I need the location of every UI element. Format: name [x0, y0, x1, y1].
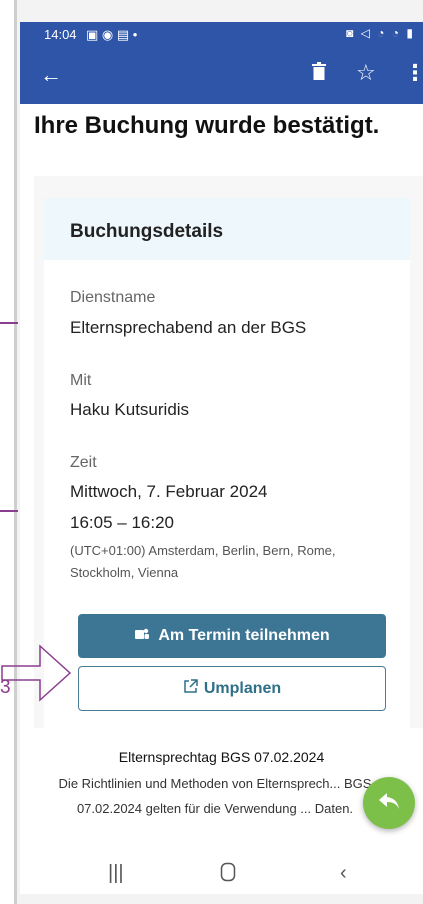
- join-meeting-label: Am Termin teilnehmen: [158, 627, 330, 644]
- page-title: Ihre Buchung wurde bestätigt.: [34, 112, 380, 139]
- with-label: Mit: [70, 372, 92, 389]
- join-meeting-button[interactable]: Am Termin teilnehmen: [78, 614, 386, 658]
- date-value: Mittwoch, 7. Februar 2024: [70, 482, 268, 501]
- time-label: Zeit: [70, 454, 97, 471]
- status-bar: 14:04 ▣ ◉ ▤ • ◙ ◁ ◔ ◔ ▮: [20, 22, 423, 48]
- status-time: 14:04: [44, 27, 77, 42]
- service-value: Elternsprechabend an der BGS: [70, 318, 307, 337]
- system-icons: ◙ ◁ ◔ ◔ ▮: [346, 26, 415, 40]
- android-nav-bar: ||| ‹: [20, 854, 423, 894]
- notification-icons: ▣ ◉ ▤ •: [86, 27, 138, 42]
- trash-icon[interactable]: [312, 62, 326, 85]
- margin-mark: [0, 510, 18, 512]
- home-icon[interactable]: [220, 862, 236, 888]
- teams-icon: [134, 626, 150, 647]
- star-icon[interactable]: ☆: [356, 60, 376, 86]
- reply-icon: [378, 790, 400, 816]
- more-vertical-icon[interactable]: ⋮: [404, 60, 423, 86]
- time-value: 16:05 – 16:20: [70, 513, 174, 532]
- timezone-value: (UTC+01:00) Amsterdam, Berlin, Bern, Rom…: [70, 543, 336, 580]
- reschedule-label: Umplanen: [203, 679, 282, 697]
- service-label: Dienstname: [70, 289, 156, 306]
- back-arrow-icon[interactable]: ←: [40, 62, 62, 88]
- recents-icon[interactable]: |||: [108, 862, 124, 885]
- footer-text: Die Richtlinien und Methoden von Elterns…: [58, 776, 372, 816]
- with-value: Haku Kutsuridis: [70, 400, 190, 419]
- reschedule-button[interactable]: Umplanen: [78, 666, 386, 711]
- external-link-icon: [183, 678, 198, 699]
- footer-title: Elternsprechtag BGS 07.02.2024: [118, 749, 325, 765]
- margin-mark: [0, 322, 18, 324]
- reply-fab[interactable]: [363, 777, 415, 829]
- callout-number: 3: [0, 677, 11, 698]
- back-nav-icon[interactable]: ‹: [340, 862, 347, 885]
- app-bar: ← ☆ ⋮: [20, 48, 423, 104]
- booking-details-title: Buchungsdetails: [70, 221, 224, 242]
- callout-arrow-icon: [1, 644, 72, 702]
